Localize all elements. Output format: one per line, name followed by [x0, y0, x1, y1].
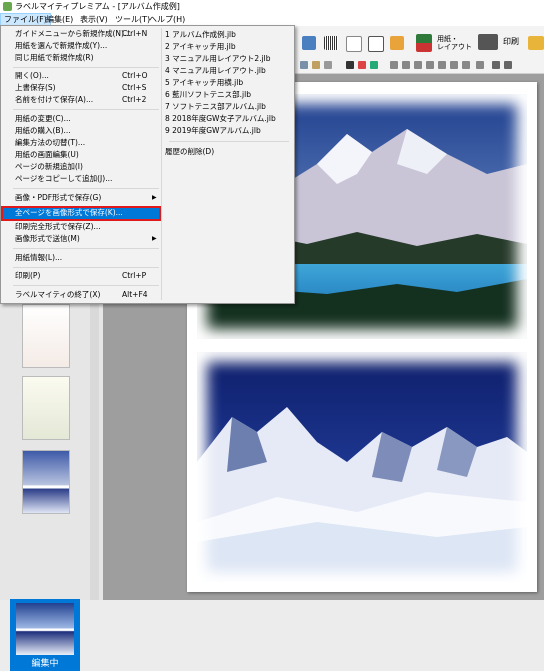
settings-icon[interactable] [492, 61, 500, 69]
file-menu-dropdown: ガイドメニューから新規作成(N)... Ctrl+N 用紙を選んで新規作成(Y).… [0, 25, 295, 304]
app-icon [3, 2, 12, 11]
table-icon[interactable] [346, 36, 362, 52]
stamp-icon[interactable] [312, 61, 320, 69]
menu-item-save[interactable]: 上書保存(S) Ctrl+S [3, 82, 159, 94]
page-thumbnail[interactable] [22, 450, 70, 514]
barcode-icon[interactable] [324, 36, 338, 50]
folder-icon[interactable] [528, 36, 544, 50]
photo-vignette [197, 352, 527, 582]
border-icon[interactable] [438, 61, 446, 69]
camera-icon[interactable] [302, 36, 316, 50]
menu-separator [13, 267, 159, 268]
select-icon[interactable] [300, 61, 308, 69]
print-label[interactable]: 印刷 [503, 38, 519, 46]
menu-item-change-paper[interactable]: 用紙の変更(C)... [3, 113, 159, 125]
menu-item-exit[interactable]: ラベルマイティの終了(X) Alt+F4 [3, 289, 159, 301]
page-thumbnail-current[interactable]: 編集中 [10, 599, 80, 671]
link-icon[interactable] [476, 61, 484, 69]
frame-icon[interactable] [414, 61, 422, 69]
menu-item-buy-paper[interactable]: 用紙の購入(B)... [3, 125, 159, 137]
menu-item-paper-info[interactable]: 用紙情報(L)... [3, 252, 159, 264]
number-icon[interactable] [368, 36, 384, 52]
menu-item-save-image-pdf[interactable]: 画像・PDF形式で保存(G) ▶ [3, 192, 159, 204]
submenu-arrow-icon: ▶ [152, 194, 157, 201]
recent-file-item[interactable]: 2 アイキャッチ用.jlb [165, 41, 290, 53]
clear-history-item[interactable]: 履歴の削除(D) [165, 146, 290, 158]
current-page-preview [16, 603, 74, 655]
editing-label: 編集中 [31, 659, 59, 669]
paper-layout-label[interactable]: 用紙・ レイアウト [437, 35, 472, 51]
recent-file-item[interactable]: 7 ソフトテニス部アルバム.jlb [165, 101, 290, 113]
menu-item-copy-page[interactable]: ページをコピーして追加(J)... [3, 173, 159, 185]
submenu-arrow-icon: ▶ [152, 235, 157, 242]
recent-file-item[interactable]: 9 2019年度GWアルバム.jlb [165, 125, 290, 137]
menu-item-switch-edit-method[interactable]: 編集方法の切替(T)... [3, 137, 159, 149]
photo-snowy-mountains[interactable] [197, 352, 527, 582]
recent-file-item[interactable]: 6 藍川ソフトテニス部.jlb [165, 89, 290, 101]
menu-view[interactable]: 表示(V) [77, 14, 111, 25]
menu-separator [13, 188, 159, 189]
recent-file-item[interactable]: 1 アルバム作成例.jlb [165, 29, 290, 41]
printer-icon[interactable] [478, 34, 498, 50]
recent-file-item[interactable]: 4 マニュアル用レイアウト.jlb [165, 65, 290, 77]
recent-file-item[interactable]: 3 マニュアル用レイアウト2.jlb [165, 53, 290, 65]
menu-edit[interactable]: 編集(E) [43, 14, 76, 25]
menu-separator [13, 67, 159, 68]
brush-icon[interactable] [370, 61, 378, 69]
menu-item-new-same-paper[interactable]: 同じ用紙で新規作成(R) [3, 52, 159, 64]
image-icon[interactable] [390, 36, 404, 50]
rotate-icon[interactable] [324, 61, 332, 69]
title-bar: ラベルマイティプレミアム - [アルバム作成例] [0, 0, 544, 13]
recent-file-item[interactable]: 8 2018年度GW女子アルバム.jlb [165, 113, 290, 125]
align-icon[interactable] [390, 61, 398, 69]
menu-item-screen-edit[interactable]: 用紙の画面編集(U) [3, 149, 159, 161]
paper-layout-icon[interactable] [416, 34, 432, 52]
menu-item-save-as[interactable]: 名前を付けて保存(A)... Ctrl+2 [3, 94, 159, 106]
menu-separator [13, 285, 159, 286]
menu-item-new-select-paper[interactable]: 用紙を選んで新規作成(Y)... [3, 40, 159, 52]
menu-separator [13, 248, 159, 249]
color-icon[interactable] [358, 61, 366, 69]
menu-separator [169, 141, 289, 142]
grid-icon[interactable] [402, 61, 410, 69]
group-icon[interactable] [450, 61, 458, 69]
menu-separator [13, 109, 159, 110]
menu-column-divider [161, 28, 162, 300]
menu-item-open[interactable]: 開く(O)... Ctrl+O [3, 70, 159, 82]
window-title: ラベルマイティプレミアム - [アルバム作成例] [15, 2, 180, 11]
recent-file-item[interactable]: 5 アイキャッチ用横.jlb [165, 77, 290, 89]
menu-help[interactable]: ヘルプ(H) [146, 14, 188, 25]
page-thumbnail[interactable] [22, 304, 70, 368]
options-icon[interactable] [504, 61, 512, 69]
text-icon[interactable] [346, 61, 354, 69]
menu-item-add-page[interactable]: ページの新規追加(I) [3, 161, 159, 173]
page-thumbnail[interactable] [22, 376, 70, 440]
menu-item-save-print-format[interactable]: 印刷完全形式で保存(Z)... [3, 221, 159, 233]
shadow-icon[interactable] [426, 61, 434, 69]
menu-item-send-image[interactable]: 画像形式で送信(M) ▶ [3, 233, 159, 245]
menu-item-print[interactable]: 印刷(P) Ctrl+P [3, 270, 159, 282]
annotation-highlight-box [1, 206, 161, 221]
order-icon[interactable] [462, 61, 470, 69]
menu-item-new-from-guide[interactable]: ガイドメニューから新規作成(N)... Ctrl+N [3, 28, 159, 40]
